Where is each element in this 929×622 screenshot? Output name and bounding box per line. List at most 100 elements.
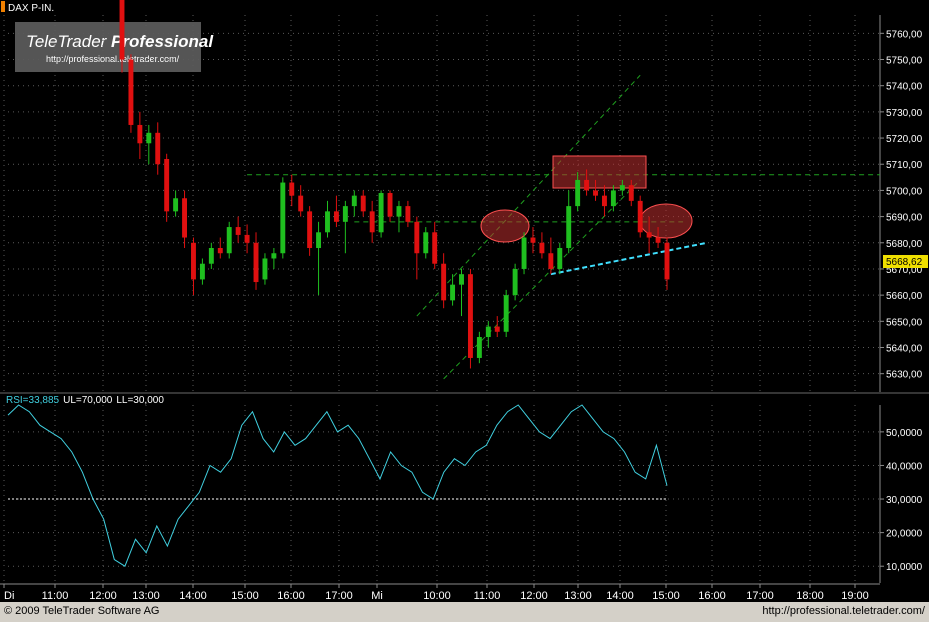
- rsi-value-label: RSI=33,885: [6, 395, 60, 406]
- price-tick-label: 5720,00: [886, 134, 923, 145]
- candle-body: [137, 124, 143, 144]
- candle-body: [530, 237, 536, 243]
- candle-body: [459, 274, 464, 285]
- candle-body: [602, 195, 607, 207]
- candle-body: [253, 242, 259, 283]
- candle-body: [280, 182, 286, 254]
- candle-body: [289, 182, 295, 196]
- time-tick-label: Mi: [371, 590, 383, 602]
- highlight-left-shoulder: [480, 209, 530, 243]
- candle-body: [593, 190, 598, 196]
- price-tick-label: 5680,00: [886, 239, 923, 250]
- candle-body: [208, 248, 214, 264]
- candle-body: [503, 295, 509, 332]
- price-tick-label: 5660,00: [886, 291, 923, 302]
- candle-body: [173, 198, 179, 212]
- candle-body: [387, 193, 393, 217]
- watermark-brand-b: Professional: [111, 32, 214, 51]
- highlight-top-box: [552, 155, 647, 189]
- trend-lines: [247, 74, 880, 380]
- candle-body: [119, 0, 125, 60]
- price-tick-label: 5730,00: [886, 108, 923, 119]
- current-price-label: 5668,62: [886, 257, 923, 268]
- time-tick-label: 17:00: [325, 590, 353, 602]
- status-bar: © 2009 TeleTrader Software AG http://pro…: [0, 602, 929, 622]
- candle-body: [325, 211, 330, 233]
- copyright-label: © 2009 TeleTrader Software AG: [4, 605, 160, 617]
- price-tick-label: 5700,00: [886, 186, 923, 197]
- candle-body: [441, 263, 447, 301]
- time-tick-label: 11:00: [474, 590, 501, 602]
- candle-body: [557, 248, 563, 269]
- time-axis-ticks: Di 11:00 12:00 13:00 14:00 15:00 16:00 17:00 Mi 1…: [3, 584, 869, 602]
- time-tick-label: 12:00: [520, 590, 548, 602]
- candle-body: [450, 284, 456, 301]
- time-tick-label: 13:00: [132, 590, 160, 602]
- trend-line-channel-lower: [443, 179, 641, 380]
- time-tick-label: Di: [4, 590, 14, 602]
- watermark-url: http://professional.teletrader.com/: [46, 54, 180, 64]
- rsi-axis-ticks: 50,0000 40,0000 30,0000 20,0000 10,0000: [880, 428, 923, 573]
- time-tick-label: 11:00: [42, 590, 69, 602]
- candle-body: [155, 132, 161, 165]
- time-tick-label: 16:00: [698, 590, 726, 602]
- candle-body: [476, 337, 482, 358]
- price-tick-label: 5710,00: [886, 160, 923, 171]
- rsi-tick-label: 30,0000: [886, 495, 923, 506]
- candle-body: [539, 242, 545, 254]
- watermark-brand-a: TeleTrader: [26, 32, 111, 51]
- pattern-highlights: [480, 155, 693, 243]
- candle-body: [521, 237, 527, 269]
- price-tick-label: 5750,00: [886, 56, 923, 67]
- time-tick-label: 19:00: [841, 590, 869, 602]
- rsi-tick-label: 10,0000: [886, 562, 923, 573]
- candle-body: [244, 234, 250, 243]
- candle-body: [369, 211, 375, 233]
- candle-body: [432, 232, 438, 264]
- candle-body: [298, 195, 304, 212]
- current-price-badge: 5668,62: [883, 255, 928, 268]
- candle-body: [628, 185, 634, 201]
- candle-body: [584, 179, 590, 191]
- candle-body: [405, 206, 411, 222]
- trend-line-support: [550, 241, 708, 276]
- candle-body: [396, 206, 402, 217]
- rsi-panel: RSI=33,885 UL=70,000 LL=30,000 50,0000 40,0…: [3, 395, 923, 583]
- chart-canvas: DAX P-IN. TeleTrader Professional http:/…: [0, 0, 929, 602]
- candle-body: [548, 253, 554, 269]
- candle-body: [512, 268, 518, 296]
- time-tick-label: 13:00: [564, 590, 592, 602]
- candle-body: [619, 185, 625, 191]
- rsi-tick-label: 50,0000: [886, 428, 923, 439]
- candle-body: [164, 158, 170, 212]
- candle-body: [128, 59, 134, 125]
- candle-body: [360, 195, 366, 212]
- candle-body: [664, 242, 670, 280]
- time-tick-label: 15:00: [231, 590, 259, 602]
- candle-body: [342, 206, 348, 222]
- candlesticks: [119, 0, 670, 369]
- candle-body: [262, 258, 268, 280]
- candle-body: [485, 326, 491, 338]
- candle-body: [423, 232, 429, 254]
- candle-body: [637, 200, 643, 233]
- candle-body: [226, 227, 232, 254]
- rsi-tick-label: 40,0000: [886, 461, 923, 472]
- candle-body: [575, 179, 581, 207]
- footer-url[interactable]: http://professional.teletrader.com/: [762, 605, 925, 617]
- watermark: TeleTrader Professional http://professio…: [15, 22, 214, 72]
- price-axis-ticks: 5760,00 5750,00 5740,00 5730,00 5720,00 5710,…: [880, 29, 923, 381]
- time-tick-label: 10:00: [423, 590, 451, 602]
- price-tick-label: 5630,00: [886, 370, 923, 381]
- price-tick-label: 5650,00: [886, 317, 923, 328]
- rsi-legend: RSI=33,885 UL=70,000 LL=30,000: [6, 395, 164, 406]
- time-tick-label: 15:00: [652, 590, 680, 602]
- candle-body: [467, 274, 473, 358]
- rsi-line: [7, 404, 668, 567]
- time-tick-label: 12:00: [89, 590, 117, 602]
- time-tick-label: 14:00: [606, 590, 634, 602]
- candle-body: [351, 195, 357, 207]
- price-tick-label: 5740,00: [886, 82, 923, 93]
- candle-body: [333, 211, 339, 222]
- candle-body: [199, 263, 205, 280]
